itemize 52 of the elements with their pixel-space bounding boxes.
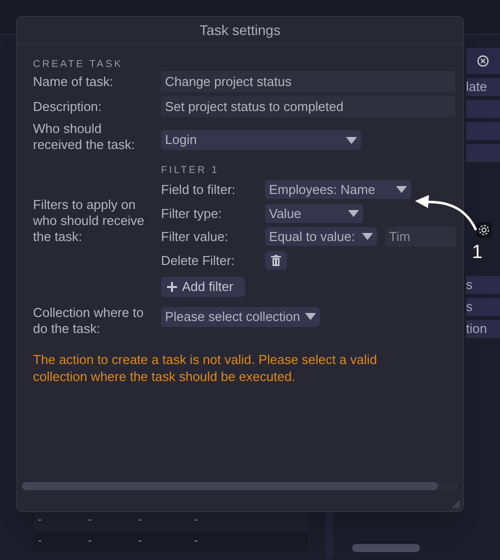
side-button[interactable] <box>466 122 500 140</box>
field-label: Who should received the task: <box>33 121 136 153</box>
dropdown[interactable]: Value <box>265 204 363 223</box>
field-label: Collection where to do the task: <box>33 304 145 336</box>
caret-icon <box>348 210 359 217</box>
field-label: Field to filter: <box>161 181 236 199</box>
filter-heading: FILTER 1 <box>161 164 220 176</box>
scrollbar-thumb[interactable] <box>22 482 438 490</box>
add-filter-button[interactable]: Add filter <box>161 276 245 296</box>
curved-arrow <box>414 193 478 231</box>
table-cell-text: - <box>37 534 43 549</box>
scrollbar-thumb[interactable] <box>352 544 420 552</box>
side-button[interactable]: tion <box>466 320 500 338</box>
field-label: Filter value: <box>161 228 230 246</box>
side-button[interactable]: s <box>466 276 500 294</box>
plus-icon <box>167 282 177 292</box>
dropdown[interactable]: Employees: Name <box>265 180 411 200</box>
field-label: Description: <box>33 98 103 116</box>
field-label: Delete Filter: <box>161 252 236 270</box>
caret-icon <box>346 136 357 144</box>
caret-icon <box>305 313 316 320</box>
dropdown[interactable]: Login <box>161 130 361 150</box>
section-heading: CREATE TASK <box>33 58 124 71</box>
side-button[interactable] <box>466 144 500 162</box>
input-field[interactable]: Change project status <box>161 71 455 92</box>
annotation-number: 1 <box>472 242 483 264</box>
table-cell-text: - <box>87 513 93 528</box>
delete-button[interactable] <box>265 251 287 270</box>
input-field[interactable]: Set project status to completed <box>161 96 455 117</box>
table-cell-text: - <box>193 513 199 528</box>
side-button[interactable] <box>466 100 500 118</box>
caret-icon <box>362 233 373 240</box>
dropdown[interactable]: Equal to value: <box>265 227 377 246</box>
table-cell-text: - <box>137 513 143 528</box>
error-message: The action to create a task is not valid. Please select a valid collection where the task should be executed. <box>33 350 378 384</box>
side-button[interactable]: s <box>466 298 500 316</box>
field-label: Filters to apply on who should receive the task: <box>33 196 146 245</box>
field-label: Name of task: <box>33 72 114 91</box>
input-field[interactable]: Tim <box>385 227 456 247</box>
table-cell-text: - <box>87 534 93 549</box>
gear-icon[interactable] <box>476 222 492 238</box>
dialog-title: Task settings <box>17 17 463 45</box>
resize-grip-icon[interactable] <box>451 499 461 509</box>
table-cell-text: - <box>193 534 199 549</box>
caret-icon <box>396 186 407 194</box>
side-button[interactable]: late <box>466 78 500 96</box>
trash-icon <box>271 255 281 266</box>
table-cell-text: - <box>137 534 143 549</box>
dropdown[interactable]: Please select collection <box>161 306 320 326</box>
close-icon[interactable] <box>466 48 500 74</box>
table-cell-text: - <box>37 513 43 528</box>
field-label: Filter type: <box>161 204 223 223</box>
